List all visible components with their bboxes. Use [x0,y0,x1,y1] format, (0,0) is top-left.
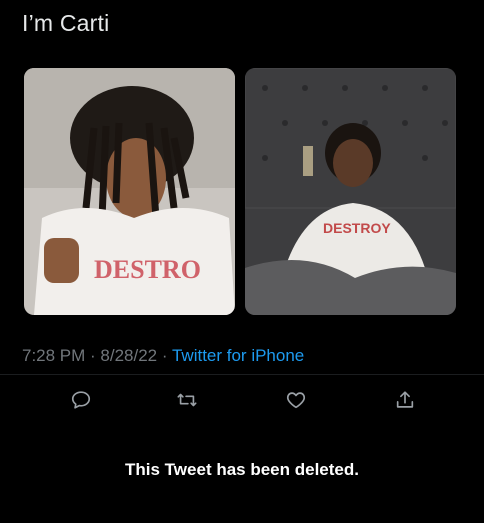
tweet-meta: 7:28 PM · 8/28/22 · Twitter for iPhone [22,346,304,366]
like-icon [286,392,306,409]
tweet-actions [0,385,484,417]
tweet-photo-2[interactable]: DESTROY [245,68,456,315]
share-button[interactable] [390,385,420,415]
retweet-icon [177,393,197,407]
media-grid: DESTRO DESTROY [24,68,456,315]
tweet-date: 8/28/22 [100,346,158,365]
divider [0,374,484,375]
reply-button[interactable] [66,385,96,415]
tweet-source-link[interactable]: Twitter for iPhone [172,346,304,365]
share-icon [396,391,414,408]
tweet-text: I’m Carti [22,10,110,36]
photo-2-image: DESTROY [245,68,456,315]
svg-text:DESTROY: DESTROY [323,220,391,236]
meta-separator: · [85,346,101,365]
like-button[interactable] [281,385,311,415]
meta-separator: · [157,346,172,365]
photo-1-image: DESTRO [24,68,235,315]
retweet-button[interactable] [172,385,202,415]
svg-text:DESTRO: DESTRO [94,255,201,284]
reply-icon [71,391,91,409]
tweet-time: 7:28 PM [22,346,86,365]
deleted-tweet-notice: This Tweet has been deleted. [125,460,359,479]
tweet-photo-1[interactable]: DESTRO [24,68,235,315]
